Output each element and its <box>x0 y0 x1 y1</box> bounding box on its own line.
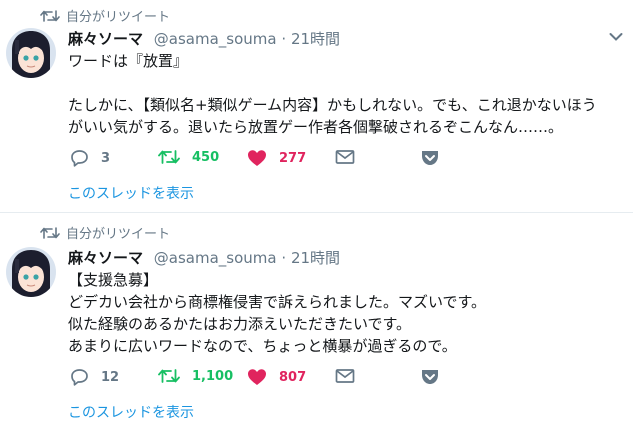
username[interactable]: @asama_souma <box>154 249 277 267</box>
tweet-text-line: あまりに広いワードなので、ちょっと横暴が過ぎるので。 <box>68 337 457 355</box>
tweet-header: 麻々ソーマ @asama_souma · 21時間 <box>68 28 340 49</box>
retweet-icon <box>158 369 180 383</box>
retweet-context: 自分がリツイート <box>40 6 170 25</box>
timestamp[interactable]: 21時間 <box>291 249 340 267</box>
retweet-icon <box>40 9 60 22</box>
tweet-text-line: ワードは『放置』 <box>68 52 189 70</box>
reply-count: 12 <box>101 369 120 385</box>
tweet-header: 麻々ソーマ @asama_souma · 21時間 <box>68 247 340 268</box>
tweet-1[interactable]: 自分がリツイート 麻々ソーマ @asama_souma · 21時間 ワードは『… <box>0 0 633 212</box>
like-count: 807 <box>279 369 307 385</box>
heart-icon <box>248 150 266 166</box>
like-count: 277 <box>279 150 307 166</box>
reply-count: 3 <box>101 150 111 166</box>
like-button[interactable]: 807 <box>247 368 306 386</box>
bookmark-button[interactable] <box>420 368 440 386</box>
retweet-count: 450 <box>192 149 220 165</box>
envelope-icon <box>335 369 355 383</box>
tweet-text-line: がいい気がする。退いたら放置ゲー作者各個撃破されるぞこんなん……。 <box>68 118 564 136</box>
tweet-text-line: 似た経験のあるかたはお力添えいただきたいです。 <box>68 315 412 333</box>
avatar[interactable] <box>6 247 56 297</box>
avatar[interactable] <box>6 28 56 78</box>
retweet-button[interactable]: 450 <box>158 149 219 165</box>
envelope-icon <box>335 150 355 164</box>
reply-button[interactable]: 12 <box>70 368 119 386</box>
retweet-context-label: 自分がリツイート <box>66 227 171 242</box>
retweet-context: 自分がリツイート <box>40 223 170 242</box>
display-name[interactable]: 麻々ソーマ <box>68 249 143 267</box>
retweet-count: 1,100 <box>192 368 234 384</box>
separator-dot: · <box>281 249 287 267</box>
retweet-icon <box>158 150 180 164</box>
username[interactable]: @asama_souma <box>154 30 277 48</box>
tweet-text: 【支援急募】 どデカい会社から商標権侵害で訴えられました。マズいです。 似た経験… <box>68 269 623 357</box>
separator-dot: · <box>281 30 287 48</box>
retweet-icon <box>40 226 60 239</box>
bookmark-button[interactable] <box>420 149 440 167</box>
reply-button[interactable]: 3 <box>70 149 110 167</box>
reply-icon <box>71 150 88 167</box>
retweet-button[interactable]: 1,100 <box>158 368 233 384</box>
heart-icon <box>248 369 266 385</box>
pocket-icon <box>422 370 438 384</box>
pocket-icon <box>422 151 438 165</box>
direct-message-button[interactable] <box>335 368 355 384</box>
direct-message-button[interactable] <box>335 149 355 165</box>
tweet-text-blank-line <box>68 72 623 94</box>
retweet-context-label: 自分がリツイート <box>66 10 171 25</box>
tweet-text-line: 【支援急募】 <box>68 271 159 289</box>
display-name[interactable]: 麻々ソーマ <box>68 30 143 48</box>
reply-icon <box>71 369 88 386</box>
timestamp[interactable]: 21時間 <box>291 30 340 48</box>
like-button[interactable]: 277 <box>247 149 306 167</box>
tweet-text: ワードは『放置』 たしかに、【類似名+類似ゲーム内容】かもしれない。でも、これ退… <box>68 50 623 138</box>
tweet-2[interactable]: 自分がリツイート 麻々ソーマ @asama_souma · 21時間 【支援急募… <box>0 212 633 425</box>
chevron-down-icon[interactable] <box>609 32 623 42</box>
show-thread-link[interactable]: このスレッドを表示 <box>68 402 194 422</box>
tweet-text-line: どデカい会社から商標権侵害で訴えられました。マズいです。 <box>68 293 487 311</box>
tweet-text-line: たしかに、【類似名+類似ゲーム内容】かもしれない。でも、これ退かないほう <box>68 96 597 114</box>
show-thread-link[interactable]: このスレッドを表示 <box>68 183 194 203</box>
